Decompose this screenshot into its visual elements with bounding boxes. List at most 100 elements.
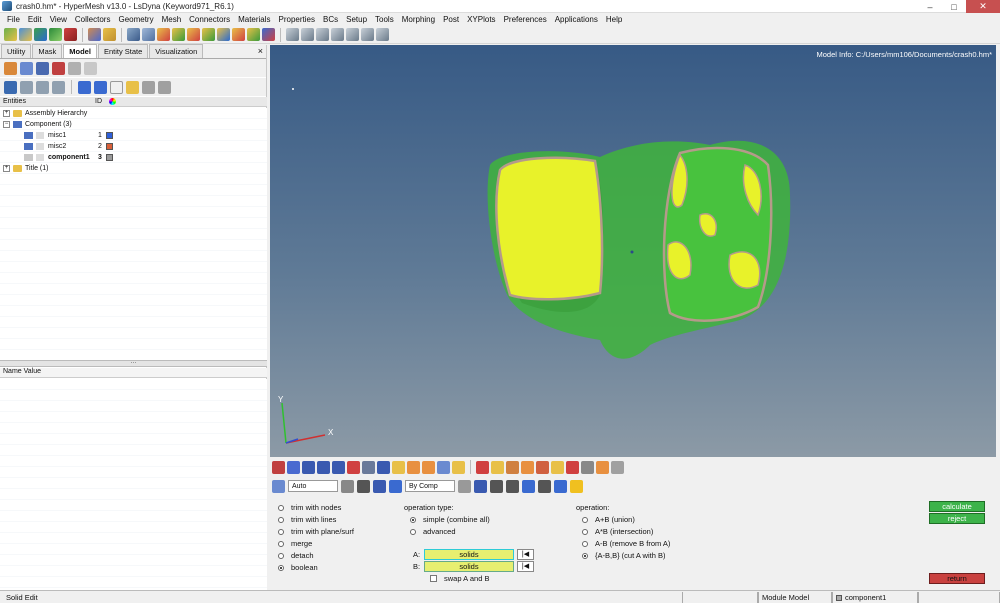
radio-icon[interactable] bbox=[278, 540, 284, 547]
delete-icon[interactable] bbox=[64, 28, 77, 41]
tab-model[interactable]: Model bbox=[63, 44, 97, 58]
delete-entity-icon[interactable] bbox=[566, 460, 579, 474]
tab-mask[interactable]: Mask bbox=[32, 44, 63, 58]
surface-display-icon[interactable] bbox=[506, 479, 519, 493]
create-icon[interactable] bbox=[4, 80, 17, 94]
model-view-icon[interactable] bbox=[4, 61, 17, 75]
element-color-icon[interactable] bbox=[347, 460, 360, 474]
radio-icon[interactable] bbox=[410, 528, 416, 535]
color-column-icon[interactable] bbox=[109, 98, 116, 105]
open-model-icon[interactable] bbox=[4, 28, 17, 41]
return-button[interactable]: return bbox=[929, 573, 985, 584]
selection-type-icon[interactable] bbox=[341, 479, 354, 493]
find-icon[interactable] bbox=[506, 460, 519, 474]
isolate-icon[interactable] bbox=[126, 80, 139, 94]
tools-icon[interactable] bbox=[611, 460, 624, 474]
attached-icon[interactable] bbox=[536, 460, 549, 474]
detach-option[interactable]: detach bbox=[278, 551, 314, 560]
component-color-swatch[interactable] bbox=[106, 143, 113, 150]
reject-button[interactable]: reject bbox=[929, 513, 985, 524]
unmask-icon[interactable] bbox=[491, 460, 504, 474]
trim-nodes-option[interactable]: trim with nodes bbox=[278, 503, 341, 512]
component-collector-icon[interactable] bbox=[103, 28, 116, 41]
trim-lines-option[interactable]: trim with lines bbox=[278, 515, 336, 524]
union-option[interactable]: A+B (union) bbox=[582, 515, 635, 524]
display-toggle-icon[interactable] bbox=[36, 143, 44, 150]
export-icon[interactable] bbox=[34, 28, 47, 41]
view-right-icon[interactable] bbox=[217, 28, 230, 41]
trim-plane-option[interactable]: trim with plane/surf bbox=[278, 527, 354, 536]
shaded-display-icon[interactable] bbox=[474, 479, 487, 493]
import-icon[interactable] bbox=[19, 28, 32, 41]
hide-icon[interactable] bbox=[94, 80, 107, 94]
material-view-icon[interactable] bbox=[52, 61, 65, 75]
advanced-option[interactable]: advanced bbox=[410, 527, 456, 536]
menu-bcs[interactable]: BCs bbox=[319, 15, 342, 24]
arrows-vertical-icon[interactable] bbox=[361, 28, 374, 41]
menu-view[interactable]: View bbox=[46, 15, 71, 24]
remove-option[interactable]: A-B (remove B from A) bbox=[582, 539, 670, 548]
tab-utility[interactable]: Utility bbox=[1, 44, 32, 58]
radio-icon[interactable] bbox=[278, 552, 284, 559]
radio-icon[interactable] bbox=[278, 516, 284, 523]
panel-splitter[interactable]: ··· bbox=[0, 360, 267, 367]
display-node-icon[interactable] bbox=[362, 460, 375, 474]
highlight-icon[interactable] bbox=[452, 460, 465, 474]
tree-row-component1[interactable]: component1 3 bbox=[0, 152, 267, 163]
abc-label-icon[interactable] bbox=[392, 460, 405, 474]
tree-row-misc1[interactable]: misc1 1 bbox=[0, 130, 267, 141]
menu-geometry[interactable]: Geometry bbox=[114, 15, 157, 24]
view-left-icon[interactable] bbox=[202, 28, 215, 41]
eye-icon[interactable] bbox=[142, 80, 155, 94]
radio-icon[interactable] bbox=[582, 552, 588, 559]
tree-row-title[interactable]: + Title (1) bbox=[0, 163, 267, 174]
abc-label2-icon[interactable] bbox=[407, 460, 420, 474]
filter-icon[interactable] bbox=[20, 80, 33, 94]
save-icon[interactable] bbox=[49, 28, 62, 41]
menu-morphing[interactable]: Morphing bbox=[398, 15, 439, 24]
tree-row-component[interactable]: − Component (3) bbox=[0, 119, 267, 130]
line-display-icon[interactable] bbox=[490, 479, 503, 493]
pan-icon[interactable] bbox=[316, 28, 329, 41]
simple-option[interactable]: simple (combine all) bbox=[410, 515, 490, 524]
solids-b-selector[interactable]: solids bbox=[424, 561, 514, 572]
grid-icon[interactable] bbox=[538, 479, 551, 493]
boolean-option[interactable]: boolean bbox=[278, 563, 318, 572]
expand-all-icon[interactable] bbox=[36, 80, 49, 94]
mask-icon[interactable] bbox=[476, 460, 489, 474]
maximize-button[interactable]: □ bbox=[942, 0, 966, 13]
menu-post[interactable]: Post bbox=[439, 15, 463, 24]
cursor-icon[interactable] bbox=[110, 80, 123, 94]
user-profile-icon[interactable] bbox=[88, 28, 101, 41]
shaded-mesh-icon[interactable] bbox=[302, 460, 315, 474]
reset-a-button[interactable]: |◀ bbox=[517, 549, 534, 560]
by-config-icon[interactable] bbox=[551, 460, 564, 474]
display-toggle-icon[interactable] bbox=[36, 154, 44, 161]
zoom-in-icon[interactable] bbox=[301, 28, 314, 41]
select-mode-icon[interactable] bbox=[272, 479, 285, 493]
close-button[interactable]: ✕ bbox=[966, 0, 1000, 13]
menu-collectors[interactable]: Collectors bbox=[71, 15, 115, 24]
menu-mesh[interactable]: Mesh bbox=[158, 15, 186, 24]
numbers-icon[interactable] bbox=[377, 460, 390, 474]
component-color-swatch[interactable] bbox=[106, 154, 113, 161]
view-front-icon[interactable] bbox=[232, 28, 245, 41]
menu-help[interactable]: Help bbox=[602, 15, 626, 24]
menu-tools[interactable]: Tools bbox=[371, 15, 398, 24]
menu-setup[interactable]: Setup bbox=[342, 15, 371, 24]
set-view-icon[interactable] bbox=[84, 61, 97, 75]
expand-icon[interactable]: + bbox=[3, 165, 10, 172]
tree-row-misc2[interactable]: misc2 2 bbox=[0, 141, 267, 152]
entities-column[interactable]: Entities bbox=[0, 98, 95, 105]
component-view-icon[interactable] bbox=[20, 61, 33, 75]
calculate-button[interactable]: calculate bbox=[929, 501, 985, 512]
shaded-elements-icon[interactable] bbox=[272, 460, 285, 474]
spin-icon[interactable] bbox=[376, 28, 389, 41]
fit-view-icon[interactable] bbox=[286, 28, 299, 41]
collapse-icon[interactable]: − bbox=[3, 121, 10, 128]
radio-icon[interactable] bbox=[582, 540, 588, 547]
collapse-all-icon[interactable] bbox=[52, 80, 65, 94]
display-toggle-icon[interactable] bbox=[36, 132, 44, 139]
zoom-icon[interactable] bbox=[127, 28, 140, 41]
property-view-icon[interactable] bbox=[68, 61, 81, 75]
